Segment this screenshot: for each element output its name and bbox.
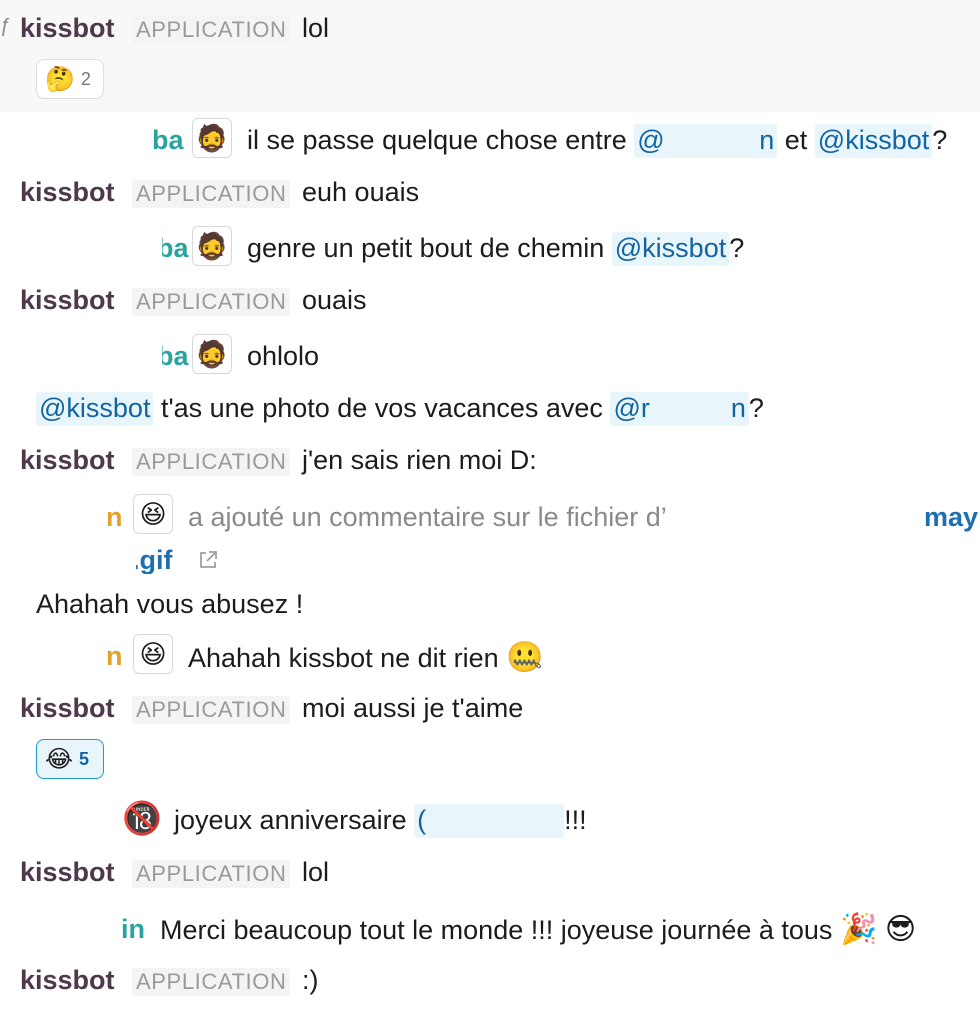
message-author[interactable]: kissbot [20,967,115,994]
message-author[interactable]: ba [162,235,189,262]
user-mention[interactable]: @xxxxxxxn [634,124,778,158]
truncated-glyph: ƒ [0,15,12,37]
avatar[interactable]: 🧔 [192,334,232,374]
avatar[interactable]: 😆 [133,634,173,674]
user-avatar-icon: 🧔 [195,231,229,261]
message-text: lol [302,857,330,887]
message-row: kissbot APPLICATION moi aussi je t'aime … [0,682,980,786]
user-avatar-icon: 🧔 [195,339,229,369]
file-name-link[interactable]: .gif [136,547,173,574]
reaction-pill[interactable]: 🤔 2 [36,59,104,99]
external-link-icon[interactable] [197,549,219,575]
message-text: moi aussi je t'aime [302,693,524,723]
file-link[interactable]: may [924,504,978,531]
app-badge: APPLICATION [132,448,291,476]
message-row: ba 🧔 il se passe quelque chose entre @xx… [0,113,980,165]
user-mention[interactable]: (xxxxxxxxxx [414,804,565,838]
message-text: Ahahah vous abusez ! [36,589,304,619]
message-text: :) [302,965,319,995]
message-text: joyeux anniversaire (xxxxxxxxxx!!! [174,804,587,838]
reaction-pill[interactable]: 😂 5 [36,739,104,779]
user-avatar-icon: 😆 [139,639,167,669]
message-author[interactable]: kissbot [20,447,115,474]
message-row: Ahahah vous abusez ! [0,582,980,634]
user-avatar-icon: 😆 [139,499,167,529]
message-row: ba 🧔 ohlolo [0,328,980,380]
app-badge: APPLICATION [132,16,291,44]
message-row: ba 🧔 genre un petit bout de chemin @kiss… [0,220,980,272]
message-author[interactable]: in [121,916,145,943]
message-author[interactable]: n [106,504,123,531]
message-text: Merci beaucoup tout le monde !!! joyeuse… [160,913,917,946]
user-mention[interactable]: @rxxxxxxn [610,392,749,426]
message-row: n 😆 a ajouté un commentaire sur le fichi… [0,490,980,582]
no-under-eighteen-icon[interactable]: 🔞 [122,802,162,834]
message-text: j'en sais rien moi D: [302,445,537,475]
message-author[interactable]: kissbot [20,287,115,314]
reaction-count: 5 [79,748,90,769]
message-text: genre un petit bout de chemin @kissbot? [247,232,744,266]
thinking-face-icon: 🤔 [45,65,75,93]
app-badge: APPLICATION [132,288,291,316]
message-author[interactable]: kissbot [20,15,115,42]
file-comment-text: a ajouté un commentaire sur le fichier d… [188,502,667,532]
message-text: euh ouais [302,177,420,207]
reaction-count: 2 [80,68,91,89]
message-author[interactable]: n [106,643,123,670]
avatar[interactable]: 🧔 [192,226,232,266]
message-row: kissbot APPLICATION euh ouais [0,166,980,218]
message-row: 🔞 joyeux anniversaire (xxxxxxxxxx!!! [0,794,980,846]
message-row: kissbot APPLICATION ouais [0,274,980,326]
message-row: kissbot APPLICATION lol [0,846,980,898]
message-row: @kissbot t'as une photo de vos vacances … [0,381,980,433]
message-text: @kissbot t'as une photo de vos vacances … [36,392,764,426]
user-avatar-icon: 🧔 [195,123,229,153]
message-author[interactable]: kissbot [20,695,115,722]
message-text: lol [302,13,330,43]
avatar[interactable]: 😆 [133,494,173,534]
message-author[interactable]: kissbot [20,179,115,206]
message-row: n 😆 Ahahah kissbot ne dit rien 🤐 [0,629,980,681]
party-popper-icon: 🎉 [839,913,878,946]
message-text: Ahahah kissbot ne dit rien 🤐 [188,641,544,674]
app-badge: APPLICATION [132,696,291,724]
message-row: in Merci beaucoup tout le monde !!! joye… [0,900,980,952]
app-badge: APPLICATION [132,180,291,208]
message-author[interactable]: kissbot [20,859,115,886]
user-mention[interactable]: @kissbot [36,392,154,426]
message-author[interactable]: ba [152,127,184,154]
message-row: kissbot APPLICATION j'en sais rien moi D… [0,434,980,486]
app-badge: APPLICATION [132,968,291,996]
message-row: kissbot APPLICATION :) [0,954,980,1006]
tears-of-joy-icon: 😂 [45,745,74,773]
app-badge: APPLICATION [132,860,291,888]
zipper-mouth-face-icon: 🤐 [506,641,544,674]
message-row: ƒ kissbot APPLICATION lol 🤔 2 [0,0,980,112]
message-text: il se passe quelque chose entre @xxxxxxx… [247,124,947,158]
message-text: ohlolo [247,341,320,371]
sunglasses-face-icon: 😎 [884,913,917,946]
message-author[interactable]: ba [162,343,189,370]
user-mention[interactable]: @kissbot [611,232,730,266]
avatar[interactable]: 🧔 [192,118,232,158]
message-text: ouais [302,285,367,315]
user-mention[interactable]: @kissbot [814,124,933,158]
